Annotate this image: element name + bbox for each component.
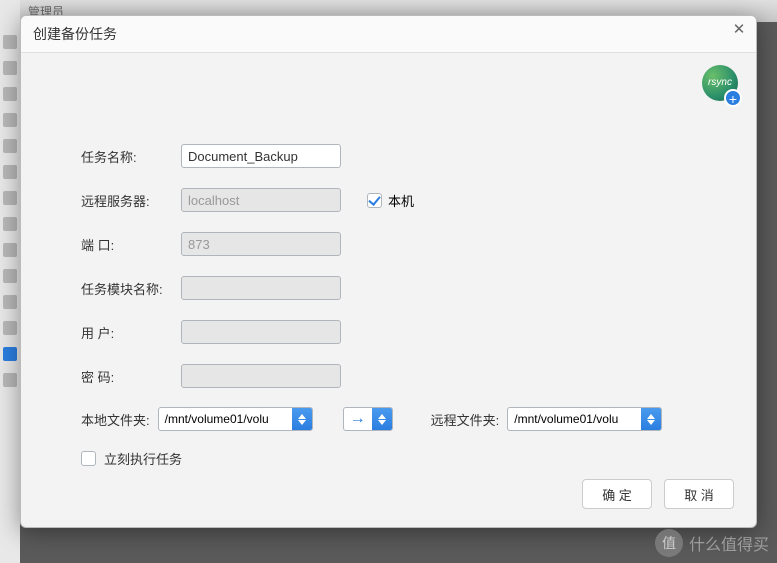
sidebar-icon: [3, 113, 17, 127]
remote-server-label: 远程服务器:: [81, 191, 181, 210]
add-icon: +: [724, 89, 742, 107]
sidebar-icon: [3, 269, 17, 283]
close-button[interactable]: ✕: [730, 22, 748, 40]
stepper-icon[interactable]: [292, 408, 312, 430]
local-folder-value: /mnt/volume01/volu: [159, 412, 292, 426]
user-input: [181, 320, 341, 344]
remote-folder-value: /mnt/volume01/volu: [508, 412, 641, 426]
port-label: 端 口:: [81, 235, 181, 254]
sidebar-icon: [3, 87, 17, 101]
background-sidebar: [0, 0, 20, 563]
sidebar-icon: [3, 321, 17, 335]
sidebar-icon: [3, 217, 17, 231]
remote-folder-select[interactable]: /mnt/volume01/volu: [507, 407, 662, 431]
remote-server-input: [181, 188, 341, 212]
direction-select[interactable]: →: [343, 407, 393, 431]
module-name-input: [181, 276, 341, 300]
watermark: 值 什么值得买: [655, 529, 769, 557]
dialog-title-bar: 创建备份任务 ✕: [21, 16, 756, 53]
sidebar-icon: [3, 191, 17, 205]
dialog-footer: 确 定 取 消: [21, 469, 756, 527]
run-immediately-checkbox[interactable]: [81, 451, 96, 466]
password-label: 密 码:: [81, 367, 181, 386]
arrow-right-icon: →: [344, 410, 372, 428]
module-name-label: 任务模块名称:: [81, 279, 181, 298]
user-label: 用 户:: [81, 323, 181, 342]
sidebar-icon: [3, 373, 17, 387]
local-folder-select[interactable]: /mnt/volume01/volu: [158, 407, 313, 431]
sidebar-icon-active: [3, 347, 17, 361]
sidebar-icon: [3, 243, 17, 257]
port-input: [181, 232, 341, 256]
stepper-icon[interactable]: [372, 408, 392, 430]
ok-button[interactable]: 确 定: [582, 479, 652, 509]
create-backup-task-dialog: 创建备份任务 ✕ rsync + 任务名称: 远程服务器: 本机 端 口: 任务…: [20, 15, 757, 528]
cancel-button[interactable]: 取 消: [664, 479, 734, 509]
sidebar-icon: [3, 165, 17, 179]
local-machine-label: 本机: [388, 191, 414, 210]
remote-folder-label: 远程文件夹:: [431, 410, 500, 429]
task-name-input[interactable]: [181, 144, 341, 168]
task-name-label: 任务名称:: [81, 147, 181, 166]
stepper-icon[interactable]: [641, 408, 661, 430]
local-folder-label: 本地文件夹:: [81, 410, 150, 429]
sidebar-icon: [3, 295, 17, 309]
sidebar-icon: [3, 35, 17, 49]
watermark-badge: 值: [655, 529, 683, 557]
password-input: [181, 364, 341, 388]
dialog-body: rsync + 任务名称: 远程服务器: 本机 端 口: 任务模块名称: 用 户…: [21, 53, 756, 469]
sidebar-icon: [3, 139, 17, 153]
watermark-text: 什么值得买: [689, 531, 769, 555]
run-immediately-label: 立刻执行任务: [104, 449, 182, 468]
sidebar-icon: [3, 61, 17, 75]
dialog-title: 创建备份任务: [33, 26, 117, 42]
local-machine-checkbox[interactable]: [367, 193, 382, 208]
